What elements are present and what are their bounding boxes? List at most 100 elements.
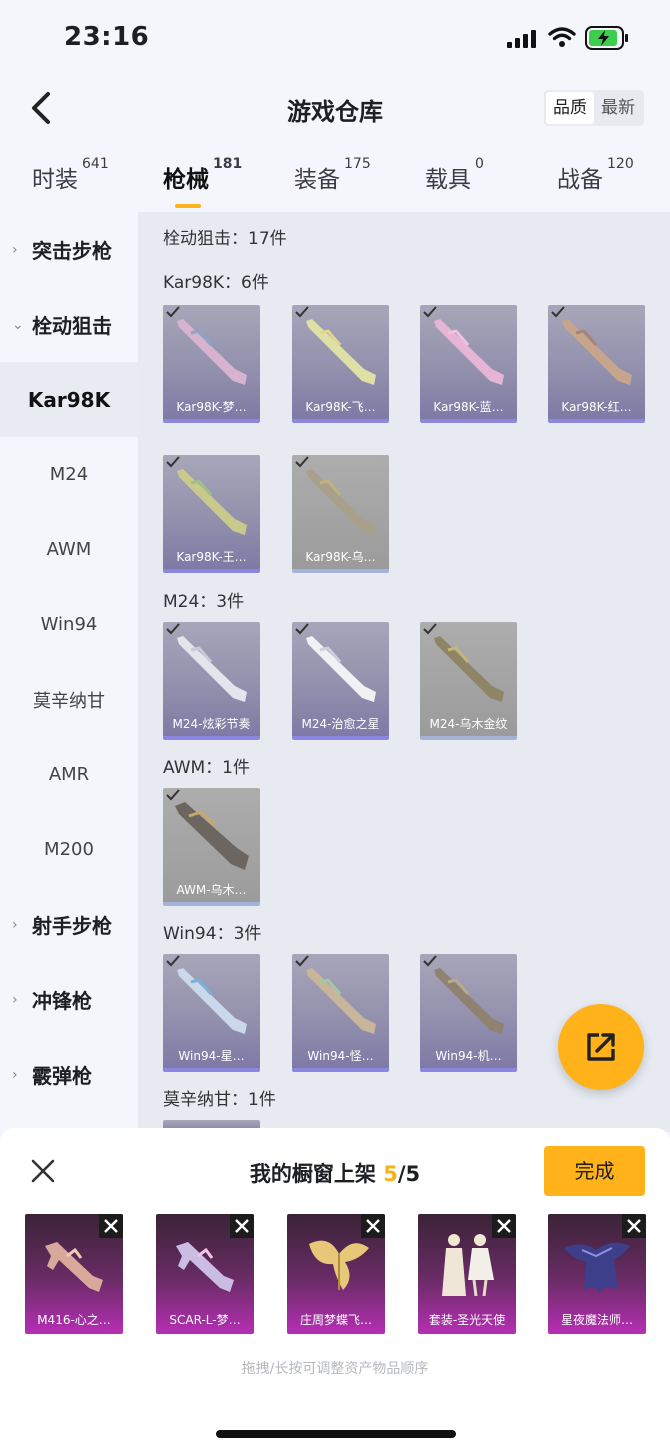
rifle-skin-icon	[177, 469, 247, 535]
weapon-card[interactable]: M24-治愈之星	[292, 622, 389, 740]
category-tabs: 时装641 枪械181 装备175 载具0 战备120	[0, 150, 670, 208]
showcase-total-count: /5	[397, 1162, 421, 1186]
item-name: M416-心之…	[37, 1313, 111, 1327]
rifle-skin-icon	[434, 968, 504, 1034]
item-name: M24-乌木金纹	[429, 717, 508, 731]
weapon-card[interactable]: Kar98K-飞…	[292, 305, 389, 423]
sidebar-item-awm[interactable]: AWM	[0, 512, 138, 587]
done-button[interactable]: 完成	[544, 1146, 645, 1196]
close-icon	[104, 1219, 118, 1233]
angel-outfit-icon	[442, 1234, 494, 1297]
showcase-slot[interactable]: SCAR-L-梦…	[156, 1214, 254, 1334]
rifle-skin-icon	[306, 469, 376, 535]
tab-count: 175	[344, 156, 371, 172]
sidebar-item-kar98k[interactable]: Kar98K	[0, 362, 138, 437]
group-title-m24: M24：3件	[163, 592, 245, 612]
chevron-right-icon: ›	[12, 1066, 18, 1083]
rifle-skin-icon	[306, 319, 376, 385]
weapon-card[interactable]: M24-乌木金纹	[420, 622, 517, 740]
butterfly-outfit-icon	[309, 1240, 369, 1290]
remove-button[interactable]	[230, 1214, 254, 1238]
item-name: 星夜魔法师…	[560, 1313, 633, 1327]
showcase-slot[interactable]: M416-心之…	[25, 1214, 123, 1334]
close-icon	[627, 1219, 641, 1233]
rifle-skin-icon	[306, 968, 376, 1034]
top-bar: 游戏仓库 品质 最新	[0, 76, 670, 142]
item-name: Kar98K-梦…	[176, 400, 247, 414]
tab-label: 装备	[294, 167, 340, 193]
weapon-card[interactable]: Win94-机…	[420, 954, 517, 1072]
tab-count: 641	[82, 156, 109, 172]
sidebar-item-label: 栓动狙击	[32, 314, 112, 338]
tab-label: 载具	[425, 167, 471, 193]
close-icon	[366, 1219, 380, 1233]
sidebar-item-win94[interactable]: Win94	[0, 587, 138, 662]
tab-equipment[interactable]: 装备175	[294, 156, 371, 194]
tab-label: 战备	[557, 167, 603, 193]
share-button[interactable]	[558, 1004, 644, 1090]
rifle-skin-icon	[434, 636, 504, 702]
status-bar: 23:16	[0, 0, 670, 76]
sidebar-item-mosin[interactable]: 莫辛纳甘	[0, 662, 138, 737]
chevron-right-icon: ›	[12, 916, 18, 933]
sidebar-item-m24[interactable]: M24	[0, 437, 138, 512]
chevron-down-icon: ⌄	[12, 316, 24, 333]
tab-supplies[interactable]: 战备120	[557, 156, 634, 194]
tab-count: 181	[213, 156, 243, 172]
item-name: Kar98K-蓝…	[433, 400, 504, 414]
wifi-icon	[548, 27, 576, 47]
tab-fashion[interactable]: 时装641	[32, 156, 109, 194]
group-title-kar98k: Kar98K：6件	[163, 273, 269, 293]
remove-button[interactable]	[492, 1214, 516, 1238]
weapon-card[interactable]: Kar98K-梦…	[163, 305, 260, 423]
rifle-skin-icon	[434, 319, 504, 385]
sort-newest-button[interactable]: 最新	[594, 92, 642, 124]
sidebar-item-label: 突击步枪	[32, 239, 112, 263]
rifle-skin-icon	[177, 319, 247, 385]
item-name: SCAR-L-梦…	[169, 1313, 241, 1327]
weapon-card[interactable]: Win94-星…	[163, 954, 260, 1072]
remove-button[interactable]	[361, 1214, 385, 1238]
sidebar-item-smg[interactable]: › 冲锋枪	[0, 962, 138, 1037]
item-name: M24-治愈之星	[301, 717, 380, 731]
weapon-category-sidebar: › 突击步枪 ⌄ 栓动狙击 Kar98K M24 AWM Win94 莫辛纳甘 AM…	[0, 212, 138, 1132]
sidebar-item-marksman[interactable]: › 射手步枪	[0, 887, 138, 962]
rifle-skin-icon	[306, 636, 376, 702]
wizard-cape-icon	[564, 1242, 630, 1292]
sidebar-item-m200[interactable]: M200	[0, 812, 138, 887]
sidebar-item-amr[interactable]: AMR	[0, 737, 138, 812]
tab-vehicles[interactable]: 载具0	[425, 156, 484, 194]
showcase-slot[interactable]: 星夜魔法师…	[548, 1214, 646, 1334]
showcase-slot[interactable]: 庄周梦蝶飞…	[287, 1214, 385, 1334]
showcase-title-text: 我的橱窗上架	[249, 1162, 384, 1186]
weapon-card[interactable]: M24-炫彩节奏	[163, 622, 260, 740]
status-time: 23:16	[64, 22, 150, 52]
item-name: M24-炫彩节奏	[172, 717, 251, 731]
sidebar-item-shotgun[interactable]: › 霰弹枪	[0, 1037, 138, 1112]
sidebar-item-label: 霰弹枪	[32, 1064, 92, 1088]
sidebar-item-label: 射手步枪	[32, 914, 112, 938]
reorder-hint: 拖拽/长按可调整资产物品顺序	[241, 1361, 429, 1377]
group-title-awm: AWM：1件	[163, 758, 250, 778]
weapon-card[interactable]: Kar98K-乌…	[292, 455, 389, 573]
rifle-skin-icon	[177, 636, 247, 702]
group-title-mosin: 莫辛纳甘：1件	[163, 1090, 276, 1110]
weapon-card[interactable]: Kar98K-蓝…	[420, 305, 517, 423]
showcase-slot[interactable]: 套装-圣光天使	[418, 1214, 516, 1334]
weapon-card[interactable]: Win94-怪…	[292, 954, 389, 1072]
sort-quality-button[interactable]: 品质	[546, 92, 594, 124]
chevron-right-icon: ›	[12, 991, 18, 1008]
showcase-panel: 我的橱窗上架 5/5 完成 M416-心之… SCAR-L-梦… 庄周梦蝶飞… …	[0, 1128, 670, 1450]
remove-button[interactable]	[622, 1214, 646, 1238]
close-icon	[497, 1219, 511, 1233]
battery-charging-icon	[585, 26, 628, 50]
weapon-card[interactable]: Kar98K-红…	[548, 305, 645, 423]
weapon-card[interactable]: AWM-乌木…	[163, 788, 260, 906]
weapon-card[interactable]: Kar98K-王…	[163, 455, 260, 573]
tab-count: 0	[475, 156, 484, 172]
tab-label: 时装	[32, 167, 78, 193]
sidebar-item-assault-rifles[interactable]: › 突击步枪	[0, 212, 138, 287]
remove-button[interactable]	[99, 1214, 123, 1238]
tab-guns[interactable]: 枪械181	[163, 156, 242, 208]
sidebar-item-bolt-action[interactable]: ⌄ 栓动狙击	[0, 287, 138, 362]
